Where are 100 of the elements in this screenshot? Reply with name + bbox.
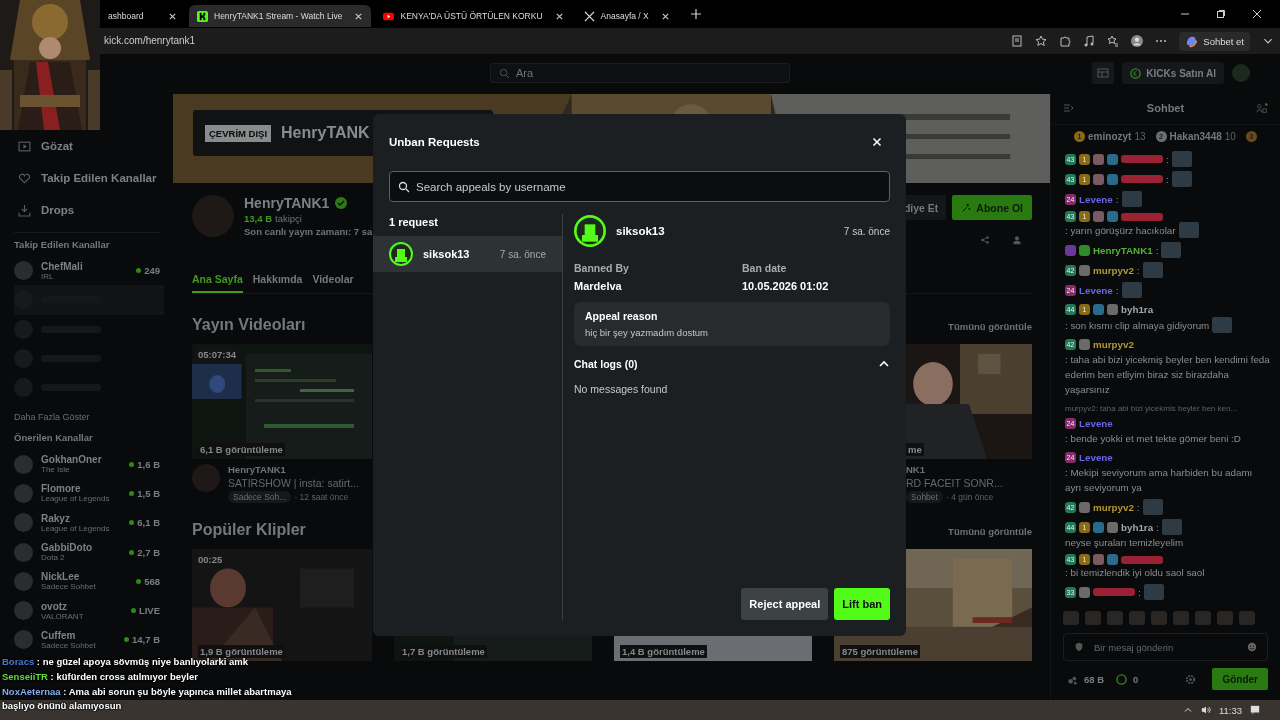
chat-logs-toggle[interactable]: Chat logs (0): [574, 358, 890, 370]
search-icon: [499, 67, 510, 79]
request-item[interactable]: siksok13 7 sa. önce: [373, 236, 562, 272]
chat-input[interactable]: Bir mesaj gönderin: [1063, 633, 1268, 661]
follower-count: 13,4 B: [244, 213, 272, 224]
puzzle-icon[interactable]: [1059, 35, 1072, 47]
search-field[interactable]: Search appeals by username: [389, 171, 890, 202]
dashboard-button[interactable]: [1092, 62, 1115, 84]
collapse-icon[interactable]: [1063, 102, 1075, 114]
video-title: RD FACEIT SONR...: [906, 477, 1003, 489]
channel-item[interactable]: Rakyz League of Legends 6,1 B: [14, 508, 170, 538]
reject-button[interactable]: Reject appeal: [741, 588, 829, 620]
close-icon[interactable]: [168, 11, 177, 21]
chat-username: Levene: [1079, 283, 1113, 298]
buy-kicks-button[interactable]: KICKs Satın Al: [1122, 62, 1224, 84]
chat-message-text: :: [1155, 243, 1159, 258]
new-tab-icon[interactable]: [689, 8, 702, 20]
chat-badge: [1107, 304, 1118, 315]
channel-name: HenryTANK1: [244, 195, 330, 211]
subscribe-button[interactable]: Abone Ol: [952, 195, 1032, 220]
address-field[interactable]: kick.com/henrytank1: [100, 31, 1012, 51]
channel-item[interactable]: Cuffem Sadece Sohbet 14,7 B: [14, 625, 170, 655]
chat-badge: [1093, 173, 1104, 185]
send-button[interactable]: Gönder: [1212, 668, 1268, 690]
channel-avatar: [14, 483, 33, 503]
channel-avatar: [14, 630, 33, 650]
channel-category: Dota 2: [41, 553, 66, 562]
sidebar-nav-item[interactable]: Takip Edilen Kanallar: [14, 162, 170, 194]
channel-tab[interactable]: Videolar: [312, 273, 354, 293]
copilot-button[interactable]: Sohbet et: [1179, 31, 1250, 51]
emote-icon: [1142, 499, 1163, 515]
emoji-icon[interactable]: [1247, 642, 1257, 652]
restore-icon[interactable]: [1216, 9, 1226, 19]
emote-icon: [1121, 282, 1142, 298]
stream-chat-message: NoxAeternaa : Ama abi sorun şu böyle yapınca millet abartmaya başlıyo önünü alamıyosun: [2, 685, 293, 713]
user-icon[interactable]: [1012, 235, 1022, 245]
chat-badge: [1107, 521, 1118, 533]
channel-item[interactable]: ChefMali IRL 249: [14, 256, 170, 286]
chat-message-text: neyse şuraları temizleyelim: [1065, 536, 1184, 550]
viewer-count: 568: [136, 575, 160, 587]
browser-tab[interactable]: Anasayfa / X: [575, 5, 678, 27]
channel-item[interactable]: ovotz VALORANT LIVE: [14, 595, 170, 626]
music-icon[interactable]: [1083, 35, 1096, 47]
channel-item[interactable]: GokhanOner The Isle 1,6 B: [14, 449, 170, 479]
users-icon[interactable]: [1256, 102, 1268, 114]
favorites-icon[interactable]: [1107, 35, 1120, 47]
speaker-icon[interactable]: [1200, 705, 1211, 715]
lift-ban-button[interactable]: Lift ban: [834, 588, 890, 620]
close-icon[interactable]: [354, 11, 364, 21]
channel-item[interactable]: Flomore League of Legends 1,5 B: [14, 478, 170, 509]
chat-badge: [1065, 244, 1076, 256]
leader-name: Hakan3448: [1169, 130, 1222, 142]
user-avatar-icon: [574, 215, 606, 247]
leader-count: 10: [1224, 130, 1236, 142]
reader-icon[interactable]: [1011, 35, 1024, 47]
close-icon[interactable]: [660, 11, 670, 21]
sparkle-icon: [961, 202, 972, 213]
search-icon: [398, 180, 410, 193]
viewer-count: 2,7 B: [129, 546, 160, 558]
category-tag: Sadece Soh...: [228, 491, 292, 503]
section-title: Popüler Klipler: [192, 521, 306, 539]
close-icon[interactable]: [554, 11, 564, 21]
channel-tab[interactable]: Ana Sayfa: [192, 273, 243, 293]
chat-username: HenryTANK1: [1093, 243, 1153, 258]
video-age: · 4 gün önce: [945, 492, 994, 502]
view-all-link[interactable]: Tümünü görüntüle: [948, 321, 1032, 332]
channel-item[interactable]: GabbiDoto Dota 2 2,7 B: [14, 537, 170, 567]
view-all-link[interactable]: Tümünü görüntüle: [948, 526, 1032, 537]
chat-username: Levene: [1079, 417, 1113, 431]
chat-message-text: : Mekipi seviyorum ama harbiden bu adamı ayrı seviyorum ya: [1065, 466, 1254, 495]
browser-tab[interactable]: ashboard: [100, 5, 185, 27]
author-name: HenryTANK1: [228, 464, 287, 475]
close-icon[interactable]: [1252, 9, 1262, 19]
settings-icon[interactable]: [1185, 673, 1197, 685]
channel-item[interactable]: NickLee Sadece Sohbet 568: [14, 566, 170, 596]
share-icon[interactable]: [980, 235, 990, 245]
show-more-link[interactable]: Daha Fazla Göster: [14, 412, 170, 423]
profile-avatar-icon[interactable]: [1131, 35, 1144, 47]
browser-tab[interactable]: KENYA'DA ÜSTÜ ÖRTÜLEN KORKU: [375, 5, 572, 27]
video-title: SATIRSHOW | insta: satirt...: [228, 477, 359, 489]
sidebar-nav-item[interactable]: Gözat: [14, 130, 170, 162]
duration-badge: 05:07:34: [195, 347, 240, 362]
emote-icon: [1171, 151, 1192, 167]
sidebar-nav-item[interactable]: Drops: [14, 194, 170, 226]
chat-message-text: : son kısmı clip almaya gidiyorum: [1065, 318, 1210, 333]
channel-tab[interactable]: Hakkımda: [252, 273, 303, 293]
notification-icon[interactable]: [1250, 705, 1260, 715]
points-count: 68 B: [1084, 673, 1105, 685]
search-field[interactable]: Ara: [490, 63, 790, 83]
viewer-count: 14,7 B: [124, 634, 160, 646]
channel-avatar: [14, 542, 33, 562]
browser-tab[interactable]: HenryTANK1 Stream - Watch Live: [189, 5, 372, 27]
star-icon[interactable]: [1035, 35, 1048, 47]
emote-icon: [1161, 519, 1182, 535]
chevron-up-icon[interactable]: [1182, 705, 1193, 715]
chat-badge: [1107, 211, 1118, 222]
chat-message-text: :: [1136, 263, 1140, 278]
section-title: Takip Edilen Kanallar: [14, 239, 111, 250]
chat-message-text: :: [1166, 152, 1169, 167]
last-live-text: Son canlı yayın zamanı: 7 sa: [244, 226, 373, 237]
